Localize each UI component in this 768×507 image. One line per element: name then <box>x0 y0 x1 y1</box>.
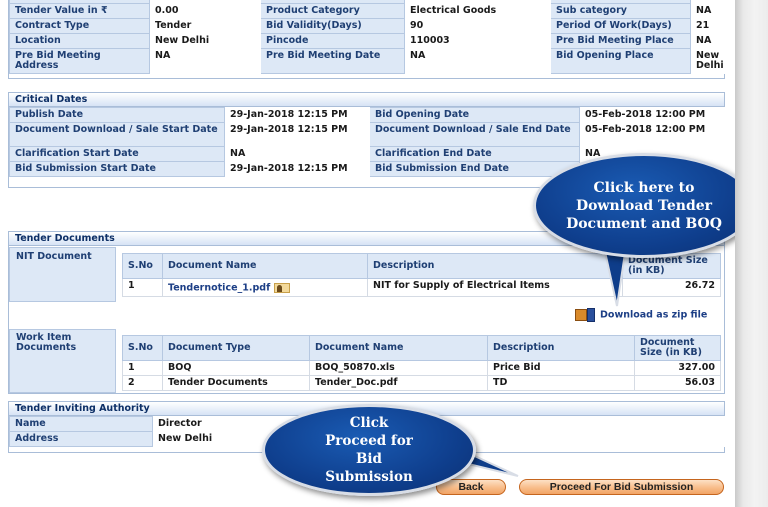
authority-name-label: Name <box>9 416 153 432</box>
page-right-margin <box>735 0 768 507</box>
publish-date-label: Publish Date <box>9 107 225 123</box>
basic-row: Location New Delhi Pincode 110003 Pre Bi… <box>9 33 727 49</box>
bid-validity-label: Bid Validity(Days) <box>260 18 405 34</box>
col-sno: S.No <box>122 335 163 361</box>
period-of-work-value: 21 <box>690 18 727 34</box>
proceed-callout-text: Click Proceed for Bid Submission <box>325 415 413 485</box>
work-item-header-row: S.No Document Type Document Name Descrip… <box>122 335 721 361</box>
critical-dates-title: Critical Dates <box>9 93 724 107</box>
clarification-start-label: Clarification Start Date <box>9 146 225 162</box>
col-document-name: Document Name <box>309 335 488 361</box>
tender-value: 0.00 <box>149 3 261 19</box>
doc-download-start-value: 29-Jan-2018 12:15 PM <box>224 122 370 147</box>
col-document-type: Document Type <box>162 335 310 361</box>
col-document-size: Document Size (in KB) <box>634 335 721 361</box>
contract-type-label: Contract Type <box>9 18 150 34</box>
clarification-end-label: Clarification End Date <box>369 146 580 162</box>
bid-submission-start-value: 29-Jan-2018 12:15 PM <box>224 161 370 177</box>
pre-bid-meeting-address-value: NA <box>149 48 261 74</box>
doc-download-start-label: Document Download / Sale Start Date <box>9 122 225 147</box>
pincode-value: 110003 <box>404 33 551 49</box>
work-item-table: S.No Document Type Document Name Descrip… <box>122 335 721 391</box>
work-item-documents-label: Work Item Documents <box>9 329 116 393</box>
product-category-value: Electrical Goods <box>404 3 551 19</box>
dates-row: Publish Date 29-Jan-2018 12:15 PM Bid Op… <box>9 107 727 123</box>
digital-certificate-icon[interactable] <box>273 283 290 293</box>
tender-value-label: Tender Value in ₹ <box>9 3 150 19</box>
pre-bid-meeting-place-value: NA <box>690 33 727 49</box>
basic-details-panel: Tender Value in ₹ 0.00 Product Category … <box>8 0 727 79</box>
proceed-for-bid-submission-button[interactable]: Proceed For Bid Submission <box>519 479 724 495</box>
pincode-label: Pincode <box>260 33 405 49</box>
work-item-size: 327.00 <box>634 360 721 376</box>
download-zip-label[interactable]: Download as zip file <box>600 310 707 321</box>
col-document-name: Document Name <box>162 253 368 279</box>
work-item-sno: 2 <box>122 375 163 391</box>
zip-archive-icon <box>575 308 597 322</box>
clarification-start-value: NA <box>224 146 370 162</box>
work-item-document-link[interactable]: BOQ_50870.xls <box>309 360 488 376</box>
doc-download-end-label: Document Download / Sale End Date <box>369 122 580 147</box>
sub-category-label: Sub category <box>550 3 691 19</box>
bid-submission-start-label: Bid Submission Start Date <box>9 161 225 177</box>
bid-submission-end-label: Bid Submission End Date <box>369 161 580 177</box>
work-item-description: TD <box>487 375 635 391</box>
col-description: Description <box>367 253 623 279</box>
dates-row: Document Download / Sale Start Date 29-J… <box>9 122 727 147</box>
product-category-label: Product Category <box>260 3 405 19</box>
pre-bid-meeting-address-label: Pre Bid Meeting Address <box>9 48 150 74</box>
period-of-work-label: Period Of Work(Days) <box>550 18 691 34</box>
tender-details-page: Tender Value in ₹ 0.00 Product Category … <box>0 0 755 507</box>
work-item-document-link[interactable]: Tender_Doc.pdf <box>309 375 488 391</box>
col-description: Description <box>487 335 635 361</box>
bid-opening-place-label: Bid Opening Place <box>550 48 691 74</box>
download-zip-link[interactable]: Download as zip file <box>575 308 707 322</box>
nit-sno: 1 <box>122 278 163 297</box>
work-item-sno: 1 <box>122 360 163 376</box>
basic-row: Contract Type Tender Bid Validity(Days) … <box>9 18 727 34</box>
proceed-callout: Click Proceed for Bid Submission <box>262 404 476 496</box>
table-row: 1 BOQ BOQ_50870.xls Price Bid 327.00 <box>122 360 721 376</box>
download-callout-text: Click here to Download Tender Document a… <box>566 179 722 232</box>
table-row: 2 Tender Documents Tender_Doc.pdf TD 56.… <box>122 375 721 391</box>
basic-details-table: Tender Value in ₹ 0.00 Product Category … <box>9 0 727 74</box>
nit-document-label: NIT Document <box>9 247 116 302</box>
contract-type-value: Tender <box>149 18 261 34</box>
work-item-description: Price Bid <box>487 360 635 376</box>
basic-row: Tender Value in ₹ 0.00 Product Category … <box>9 3 727 19</box>
nit-description: NIT for Supply of Electrical Items <box>367 278 623 297</box>
doc-download-end-value: 05-Feb-2018 12:00 PM <box>579 122 727 147</box>
pre-bid-meeting-place-label: Pre Bid Meeting Place <box>550 33 691 49</box>
download-tender-callout: Click here to Download Tender Document a… <box>533 153 755 258</box>
col-sno: S.No <box>122 253 163 279</box>
pre-bid-meeting-date-value: NA <box>404 48 551 74</box>
basic-row: Pre Bid Meeting Address NA Pre Bid Meeti… <box>9 48 727 74</box>
location-label: Location <box>9 33 150 49</box>
work-item-type: Tender Documents <box>162 375 310 391</box>
publish-date-value: 29-Jan-2018 12:15 PM <box>224 107 370 123</box>
sub-category-value: NA <box>690 3 727 19</box>
work-item-type: BOQ <box>162 360 310 376</box>
bid-opening-date-label: Bid Opening Date <box>369 107 580 123</box>
bid-opening-place-value: New Delhi <box>690 48 727 74</box>
authority-address-label: Address <box>9 431 153 447</box>
pre-bid-meeting-date-label: Pre Bid Meeting Date <box>260 48 405 74</box>
bid-validity-value: 90 <box>404 18 551 34</box>
work-item-section: Work Item Documents S.No Document Type D… <box>9 329 724 393</box>
nit-document-link[interactable]: Tendernotice_1.pdf <box>168 283 270 294</box>
work-item-size: 56.03 <box>634 375 721 391</box>
location-value: New Delhi <box>149 33 261 49</box>
bid-opening-date-value: 05-Feb-2018 12:00 PM <box>579 107 727 123</box>
